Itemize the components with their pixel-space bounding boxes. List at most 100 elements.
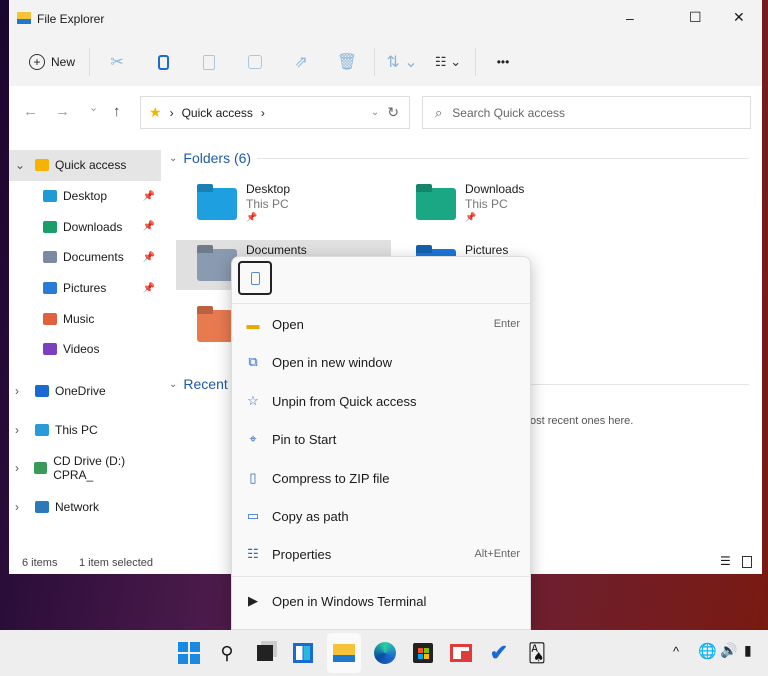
large-icons-view-button[interactable]	[742, 556, 752, 568]
share-button[interactable]: ⇗	[278, 46, 324, 78]
sort-button[interactable]: ⇅ ⌄	[379, 46, 425, 78]
store-button[interactable]	[409, 639, 437, 667]
solitaire-button[interactable]: 🂡	[523, 639, 551, 667]
folder-icon	[35, 500, 49, 513]
folder-icon	[333, 644, 355, 662]
store-icon	[413, 643, 433, 663]
plus-circle-icon: +	[29, 54, 45, 70]
details-view-button[interactable]: ☰	[720, 554, 731, 568]
sidebar-item-label: OneDrive	[55, 384, 106, 399]
folder-location: This PC	[246, 197, 289, 211]
new-button[interactable]: + New	[23, 54, 85, 70]
sidebar-item[interactable]: › OneDrive	[9, 372, 161, 411]
chevron-down-icon[interactable]: ⌄	[15, 158, 29, 172]
recent-locations-button[interactable]: ⌄	[89, 101, 98, 114]
context-menu-item[interactable]: ▭ Copy as path	[244, 501, 520, 531]
refresh-button[interactable]: ↻	[387, 104, 399, 121]
folder-tile[interactable]: Desktop This PC 📌	[197, 180, 397, 230]
context-menu-item[interactable]: ☆ Unpin from Quick access	[244, 386, 520, 416]
paste-button[interactable]	[186, 46, 232, 78]
search-taskbar-button[interactable]: ⚲	[213, 639, 241, 667]
address-bar[interactable]: ★ › Quick access › ⌄ ↻	[140, 96, 410, 129]
up-button[interactable]: ↑	[113, 103, 121, 120]
folder-tile[interactable]: Downloads This PC 📌	[416, 180, 616, 230]
chevron-right-icon[interactable]: ›	[15, 384, 29, 398]
sidebar-item[interactable]: ⌄ Quick access	[9, 150, 161, 181]
close-button[interactable]: ✕	[733, 9, 745, 26]
chevron-right-icon[interactable]: ›	[15, 461, 28, 475]
windows-logo-icon	[178, 642, 200, 664]
rename-button[interactable]	[232, 46, 278, 78]
pin-icon: 📌	[246, 212, 258, 222]
sidebar-item-label: Quick access	[55, 158, 127, 173]
zip-icon: ▯	[249, 470, 257, 485]
folders-section-header[interactable]: ⌄ Folders (6)	[169, 150, 749, 166]
sidebar-item[interactable]: Music	[9, 303, 161, 334]
sort-icon: ⇅ ⌄	[386, 54, 418, 71]
breadcrumb-separator[interactable]: ›	[261, 106, 265, 120]
task-view-button[interactable]	[251, 639, 279, 667]
folder-name: Documents	[246, 243, 307, 257]
copy-button[interactable]	[140, 46, 186, 78]
search-input[interactable]: ⌕ Search Quick access	[422, 96, 751, 129]
start-button[interactable]	[175, 639, 203, 667]
minimize-button[interactable]: –	[626, 10, 634, 26]
copy-icon	[250, 271, 260, 285]
menu-item-shortcut: Alt+Enter	[474, 548, 520, 560]
edge-button[interactable]	[371, 639, 399, 667]
battery-icon[interactable]: ▮	[744, 642, 752, 659]
folder-icon	[43, 251, 57, 264]
divider	[89, 48, 91, 76]
pin-icon: 📌	[142, 190, 155, 202]
show-hidden-icons-button[interactable]: ^	[673, 644, 679, 659]
sidebar-item[interactable]: Documents 📌	[9, 242, 161, 273]
cards-icon: 🂡	[527, 642, 547, 663]
todo-button[interactable]: ✔	[485, 639, 513, 667]
widgets-button[interactable]	[289, 639, 317, 667]
file-explorer-icon	[17, 12, 31, 24]
context-menu-item[interactable]: ☷ Properties Alt+Enter	[244, 539, 520, 569]
sidebar-item[interactable]: › This PC	[9, 410, 161, 449]
more-options-button[interactable]: •••	[480, 46, 526, 78]
breadcrumb-quick-access[interactable]: Quick access	[182, 106, 253, 120]
title-bar: File Explorer – ☐ ✕	[9, 0, 762, 38]
rename-icon	[248, 55, 263, 69]
sidebar-item[interactable]: Desktop 📌	[9, 181, 161, 212]
address-dropdown-icon[interactable]: ⌄	[371, 107, 379, 118]
search-icon: ⌕	[435, 104, 443, 120]
sidebar-item[interactable]: › Network	[9, 487, 161, 526]
volume-icon[interactable]: 🔊	[720, 642, 737, 659]
paste-icon	[203, 54, 216, 70]
menu-item-label: Open	[272, 316, 304, 332]
forward-button[interactable]: →	[55, 103, 70, 120]
scissors-icon: ✂	[110, 54, 124, 71]
folder-name: Desktop	[246, 182, 291, 196]
cut-button[interactable]: ✂	[94, 46, 140, 78]
file-explorer-taskbar-button[interactable]	[327, 633, 361, 673]
context-menu-item[interactable]: ⌖ Pin to Start	[244, 424, 520, 454]
folder-icon	[416, 188, 456, 220]
delete-button[interactable]: 🗑	[324, 46, 370, 78]
folder-location: This PC	[465, 197, 508, 211]
chevron-right-icon[interactable]: ›	[15, 423, 29, 437]
context-menu-item[interactable]: ▯ Compress to ZIP file	[244, 463, 520, 493]
sidebar-item-label: Videos	[63, 342, 100, 357]
view-button[interactable]: ☷ ⌄	[425, 46, 471, 78]
context-menu-item[interactable]: ⧉ Open in new window	[244, 347, 520, 377]
properties-icon: ☷	[247, 546, 259, 561]
context-menu-item[interactable]: ▬ Open Enter	[244, 309, 521, 339]
sidebar-item[interactable]: Pictures 📌	[9, 273, 161, 304]
news-button[interactable]	[447, 639, 475, 667]
sidebar-item[interactable]: Videos	[9, 334, 161, 365]
sidebar-item[interactable]: › CD Drive (D:) CPRA_	[9, 449, 161, 488]
context-menu-item[interactable]: ▶ Open in Windows Terminal	[244, 586, 520, 616]
chevron-right-icon[interactable]: ›	[15, 500, 29, 514]
maximize-button[interactable]: ☐	[689, 9, 702, 26]
back-button[interactable]: ←	[23, 103, 38, 120]
sidebar-item-label: Pictures	[63, 281, 107, 296]
network-icon[interactable]: 🌐	[698, 642, 717, 660]
copy-button[interactable]	[238, 261, 272, 295]
sidebar-item[interactable]: Downloads 📌	[9, 211, 161, 242]
folder-icon	[43, 282, 57, 295]
pin-icon: 📌	[465, 212, 477, 222]
